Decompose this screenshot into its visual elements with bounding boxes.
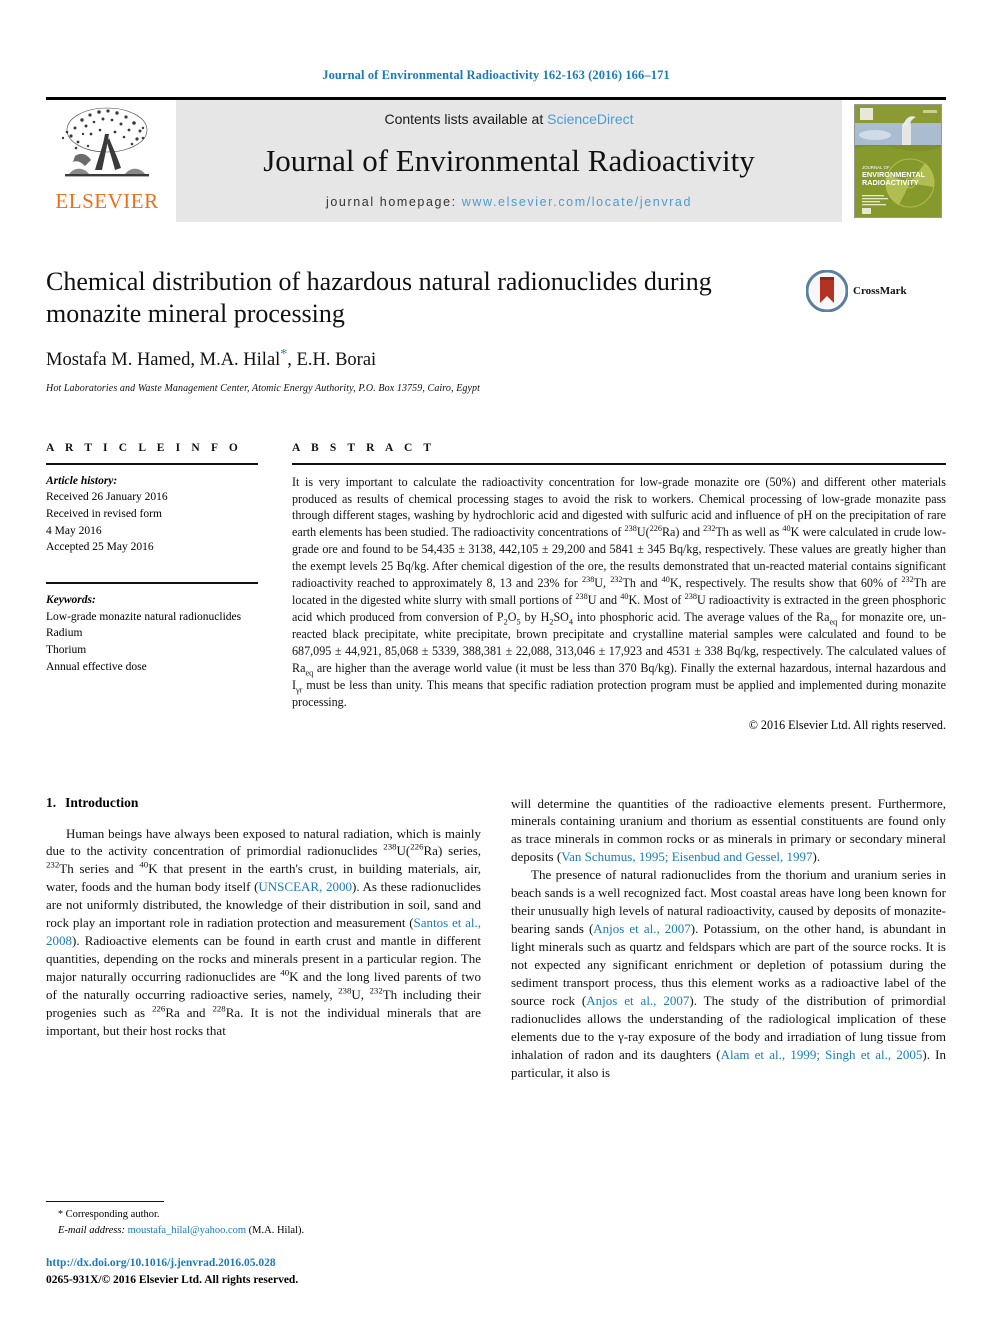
page-title: Chemical distribution of hazardous natur… <box>46 267 712 328</box>
homepage-prefix: journal homepage: <box>325 195 462 209</box>
crossmark-badge[interactable]: CrossMark <box>806 270 926 312</box>
intro-paragraph-right-1: will determine the quantities of the rad… <box>511 795 946 865</box>
article-history-group: Article history: Received 26 January 201… <box>46 473 258 556</box>
email-note: E-mail address: moustafa_hilal@yahoo.com… <box>46 1223 486 1239</box>
affiliation: Hot Laboratories and Waste Management Ce… <box>46 382 481 394</box>
crossmark-label: CrossMark <box>853 285 907 297</box>
authors-names: Mostafa M. Hamed, M.A. Hilal <box>46 350 281 371</box>
keyword-item: Annual effective dose <box>46 660 147 673</box>
intro-paragraph-right-2: The presence of natural radionuclides fr… <box>511 867 947 1080</box>
keyword-item: Low-grade monazite natural radionuclides <box>46 610 242 623</box>
info-abstract-section: A R T I C L E I N F O Article history: R… <box>46 442 946 733</box>
intro-paragraph-left: Human beings have always been exposed to… <box>46 825 482 1038</box>
journal-cover-thumbnail-icon: JOURNAL OF ENVIRONMENTAL RADIOACTIVITY <box>854 104 942 218</box>
journal-title: Journal of Environmental Radioactivity <box>263 142 755 178</box>
abstract-copyright: © 2016 Elsevier Ltd. All rights reserved… <box>748 717 946 732</box>
elsevier-tree-icon <box>61 107 149 177</box>
journal-homepage-line: journal homepage: www.elsevier.com/locat… <box>326 195 692 209</box>
article-history-item: 4 May 2016 <box>46 524 102 537</box>
section-heading-introduction: 1. Introduction <box>46 795 481 811</box>
citation-link[interactable]: UNSCEAR, 2000 <box>258 879 352 894</box>
keyword-item: Radium <box>46 627 83 640</box>
paper-page: Journal of Environmental Radioactivity 1… <box>0 0 992 1323</box>
sciencedirect-link[interactable]: ScienceDirect <box>547 111 633 127</box>
article-history-item: Received 26 January 2016 <box>46 491 168 504</box>
keyword-item: Thorium <box>46 643 87 656</box>
footnote-star: * <box>58 1209 63 1220</box>
citation-link[interactable]: Anjos et al., 2007 <box>586 993 689 1008</box>
journal-cover-block: JOURNAL OF ENVIRONMENTAL RADIOACTIVITY <box>850 100 946 222</box>
abstract-label: A B S T R A C T <box>292 441 436 454</box>
abstract-rule <box>292 462 946 465</box>
abstract-text: It is very important to calculate the ra… <box>292 474 947 709</box>
corresponding-author-text: Corresponding author. <box>65 1209 160 1220</box>
article-info-column: A R T I C L E I N F O Article history: R… <box>46 442 258 733</box>
authors-names-tail: , E.H. Borai <box>287 350 377 371</box>
keywords-rule <box>46 581 258 584</box>
article-history-item: Accepted 25 May 2016 <box>46 541 154 554</box>
body-columns: 1. Introduction Human beings have always … <box>46 795 946 1082</box>
corresponding-author-note: * Corresponding author. <box>46 1207 486 1223</box>
article-history-item: Received in revised form <box>46 507 162 520</box>
citation-link[interactable]: Anjos et al., 2007 <box>593 921 690 936</box>
citation-link[interactable]: Alam et al., 1999; Singh et al., 2005 <box>721 1047 923 1062</box>
section-title: Introduction <box>65 794 139 810</box>
elsevier-wordmark: ELSEVIER <box>55 189 159 213</box>
svg-text:RADIOACTIVITY: RADIOACTIVITY <box>862 178 919 187</box>
title-area: Chemical distribution of hazardous natur… <box>46 266 946 394</box>
citation-link[interactable]: Santos et al., 2008 <box>46 915 481 948</box>
email-owner: (M.A. Hilal). <box>248 1224 305 1236</box>
doi-block: http://dx.doi.org/10.1016/j.jenvrad.2016… <box>46 1255 486 1290</box>
journal-masthead: ELSEVIER Contents lists available at Sci… <box>46 97 946 222</box>
keywords-heading: Keywords: <box>46 593 96 606</box>
abstract-column: A B S T R A C T It is very important to … <box>292 442 946 733</box>
article-info-label: A R T I C L E I N F O <box>46 441 242 454</box>
running-head: Journal of Environmental Radioactivity 1… <box>322 68 670 82</box>
article-info-rule <box>46 462 258 465</box>
issn-copyright-line: 0265-931X/© 2016 Elsevier Ltd. All right… <box>46 1273 299 1286</box>
body-column-right: will determine the quantities of the rad… <box>511 795 946 1082</box>
crossmark-icon <box>806 270 848 312</box>
email-link[interactable]: moustafa_hilal@yahoo.com <box>128 1225 246 1236</box>
contents-available-line: Contents lists available at ScienceDirec… <box>384 111 633 127</box>
contents-prefix: Contents lists available at <box>384 111 548 127</box>
email-label: E-mail address: <box>58 1224 125 1236</box>
article-history-heading: Article history: <box>46 474 118 487</box>
masthead-center: Contents lists available at ScienceDirec… <box>176 100 842 222</box>
footnote-rule <box>46 1201 164 1202</box>
elsevier-logo: ELSEVIER <box>46 100 168 222</box>
body-column-left: 1. Introduction Human beings have always … <box>46 795 481 1082</box>
citation-link[interactable]: Van Schumus, 1995; Eisenbud and Gessel, … <box>561 849 812 864</box>
title-main: Chemical distribution of hazardous natur… <box>46 266 806 394</box>
homepage-url-link[interactable]: www.elsevier.com/locate/jenvrad <box>462 195 692 209</box>
author-list: Mostafa M. Hamed, M.A. Hilal*, E.H. Bora… <box>46 347 806 371</box>
section-number: 1. <box>46 794 57 810</box>
doi-link[interactable]: http://dx.doi.org/10.1016/j.jenvrad.2016… <box>46 1255 486 1272</box>
footnote-block: * Corresponding author. E-mail address: … <box>46 1201 486 1289</box>
keywords-group: Keywords: Low-grade monazite natural rad… <box>46 592 258 675</box>
